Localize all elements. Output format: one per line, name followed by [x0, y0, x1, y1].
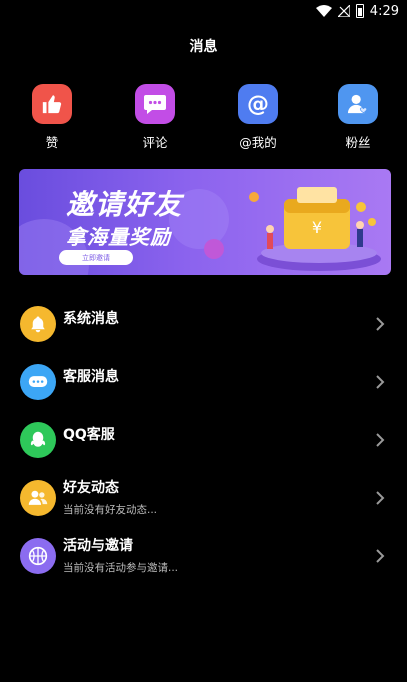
chevron-right-icon	[376, 375, 385, 389]
list-item-title: 系统消息	[63, 311, 119, 327]
list-item-subtitle: 当前没有好友动态...	[63, 504, 158, 516]
quick-actions: 赞 评论 @ @我的 粉丝	[0, 84, 407, 154]
chevron-right-icon	[376, 433, 385, 447]
wallet-illustration: ¥	[249, 187, 381, 271]
at-icon: @	[238, 84, 278, 124]
quick-action-label: 赞	[45, 135, 59, 150]
chevron-right-icon	[376, 549, 385, 563]
quick-action-mention[interactable]: @ @我的	[228, 84, 288, 151]
banner-decoration	[204, 239, 224, 259]
list-item-service-messages[interactable]: 客服消息	[0, 353, 407, 411]
list-item-title: 客服消息	[63, 369, 119, 385]
chevron-right-icon	[376, 317, 385, 331]
quick-action-label: 粉丝	[345, 135, 371, 150]
list-item-qq-service[interactable]: QQ客服	[0, 411, 407, 469]
comment-icon	[135, 84, 175, 124]
battery-icon	[355, 4, 364, 18]
wifi-icon	[315, 5, 332, 17]
status-time: 4:29	[369, 3, 399, 19]
list-item-system-messages[interactable]: 系统消息	[0, 295, 407, 353]
quick-action-like[interactable]: 赞	[22, 84, 82, 151]
quick-action-label: @我的	[239, 135, 277, 150]
banner-subtitle: 拿海量奖励	[66, 225, 171, 249]
signal-icon	[337, 5, 350, 17]
list-item-friend-updates[interactable]: 好友动态 当前没有好友动态...	[0, 469, 407, 527]
list-item-activities-invites[interactable]: 活动与邀请 当前没有活动参与邀请...	[0, 527, 407, 585]
banner-title: 邀请好友	[66, 188, 183, 221]
invite-now-button[interactable]: 立即邀请	[59, 250, 133, 265]
qq-icon	[20, 422, 56, 458]
friends-icon	[20, 480, 56, 516]
list-item-title: 好友动态	[63, 480, 119, 496]
wallet-symbol: ¥	[312, 218, 322, 237]
quick-action-fans[interactable]: 粉丝	[328, 84, 388, 151]
thumbs-up-icon	[32, 84, 72, 124]
fan-user-icon	[338, 84, 378, 124]
list-item-subtitle: 当前没有活动参与邀请...	[63, 562, 179, 574]
quick-action-label: 评论	[142, 135, 168, 150]
status-bar: 4:29	[0, 0, 407, 22]
basketball-icon	[20, 538, 56, 574]
quick-action-comment[interactable]: 评论	[125, 84, 185, 151]
page-title: 消息	[189, 39, 218, 55]
chevron-right-icon	[376, 491, 385, 505]
invite-banner[interactable]: 邀请好友 拿海量奖励 立即邀请 ¥	[19, 169, 391, 275]
list-item-title: 活动与邀请	[63, 538, 133, 554]
chat-bubble-icon	[20, 364, 56, 400]
bell-icon	[20, 306, 56, 342]
list-item-title: QQ客服	[63, 427, 115, 443]
